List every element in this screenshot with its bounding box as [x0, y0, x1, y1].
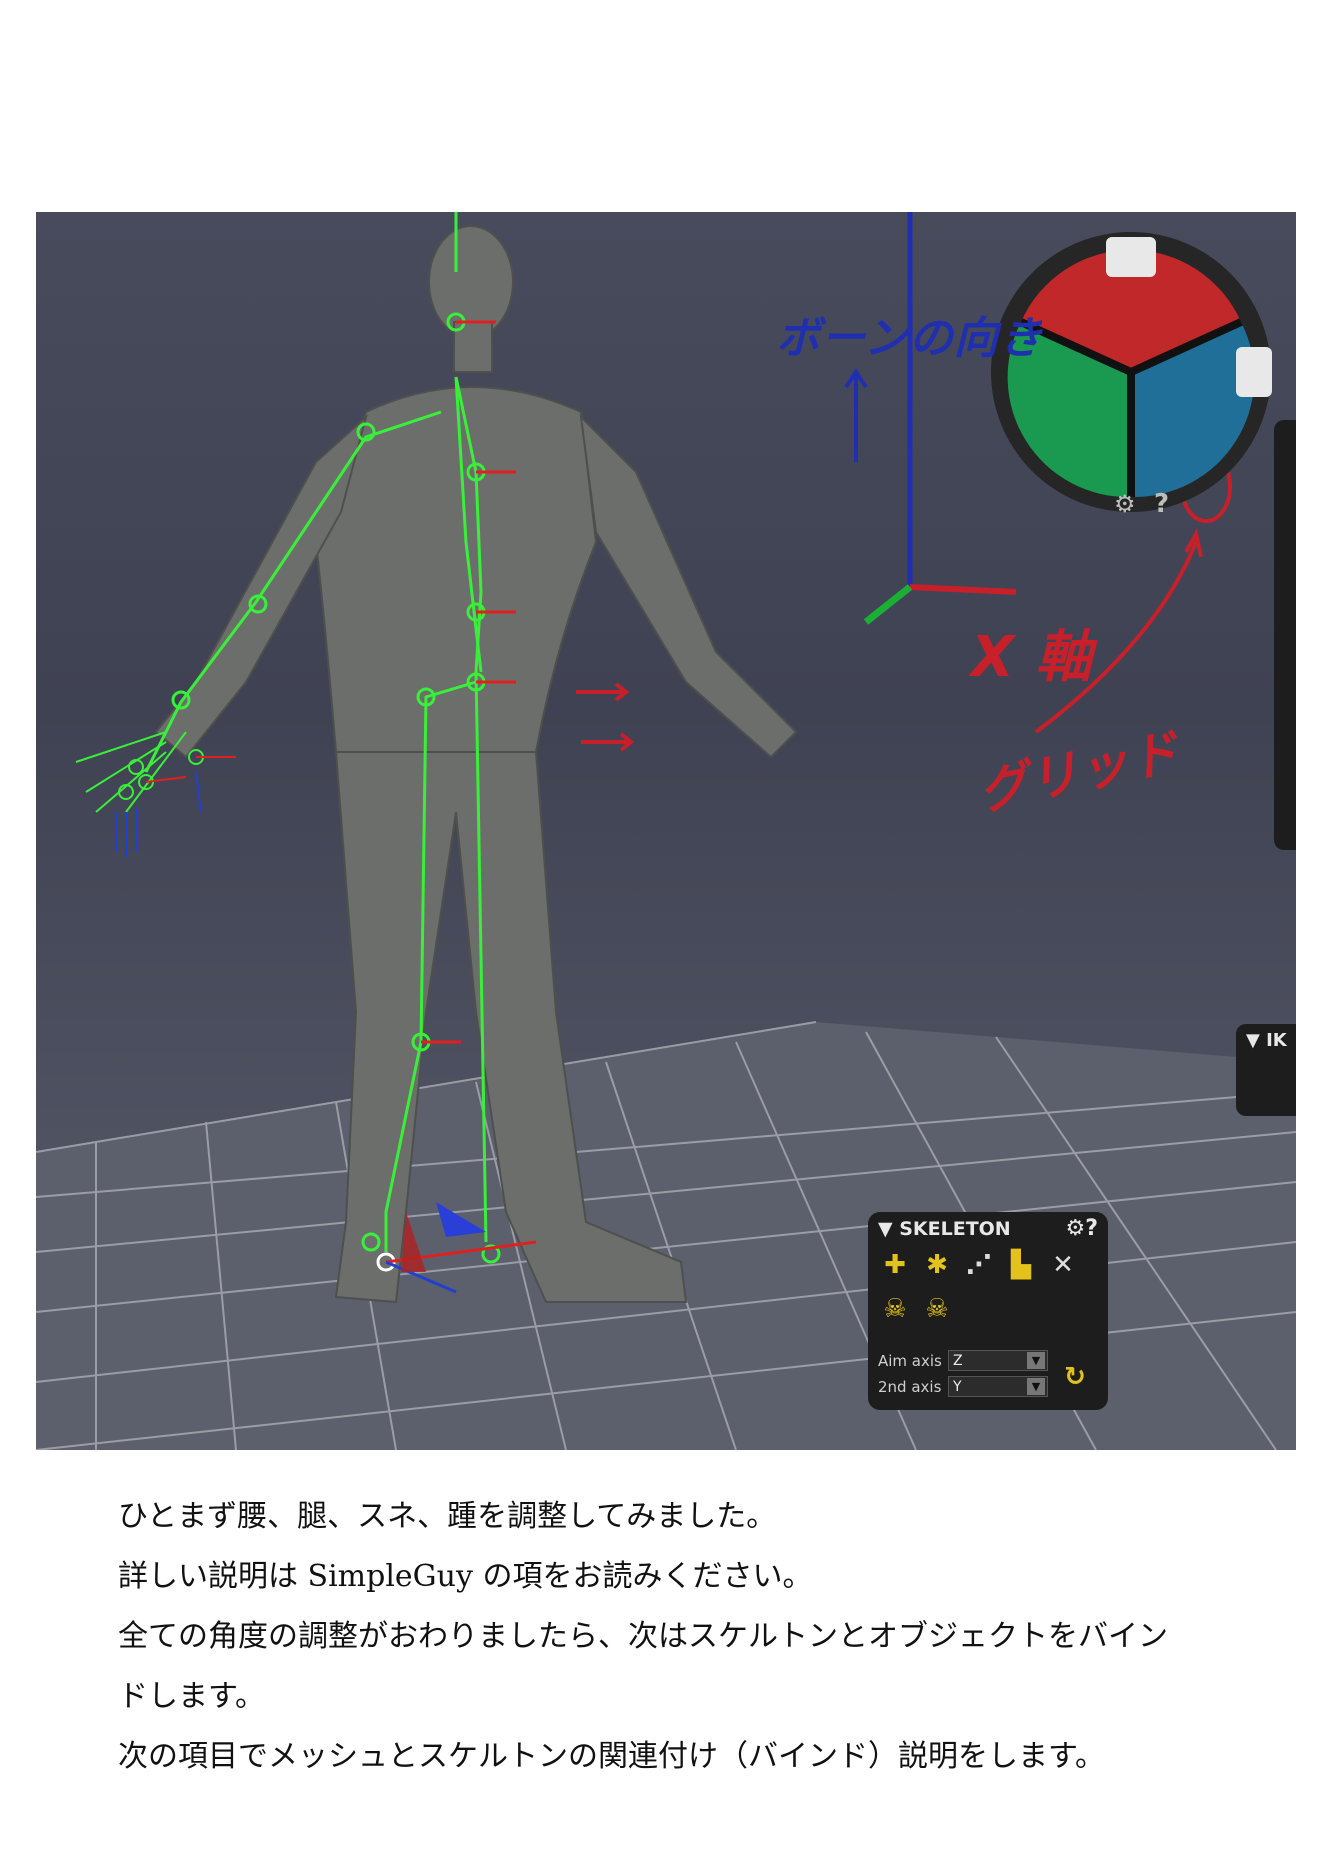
- add-bone-icon[interactable]: ✚: [878, 1248, 912, 1282]
- skeleton-panel-title[interactable]: ▼ SKELETON: [878, 1218, 1011, 1240]
- second-axis-select[interactable]: Y ▼: [948, 1376, 1048, 1397]
- aim-axis-label: Aim axis: [878, 1352, 942, 1370]
- grid-view-icon: [1236, 347, 1272, 397]
- caption-text: ひとまず腰、腿、スネ、踵を調整してみました。 詳しい説明は SimpleGuy …: [118, 1487, 1248, 1787]
- rotate-view-icon: [1106, 237, 1156, 277]
- aim-axis-value: Z: [953, 1353, 963, 1369]
- chevron-down-icon[interactable]: ▼: [1027, 1378, 1045, 1395]
- settings-help-icon[interactable]: ⚙?: [1066, 1216, 1098, 1241]
- caption-line: 全ての角度の調整がおわりましたら、次はスケルトンとオブジェクトをバイン: [118, 1619, 1168, 1654]
- split-bone-icon[interactable]: ✱: [920, 1248, 954, 1282]
- aim-axis-select[interactable]: Z ▼: [948, 1350, 1048, 1371]
- caption-line: 詳しい説明は SimpleGuy の項をお読みください。: [118, 1559, 813, 1594]
- caption-line: ドします。: [118, 1679, 265, 1714]
- settings-icon: ⚙: [1114, 490, 1136, 518]
- second-axis-value: Y: [953, 1379, 962, 1395]
- caption-line: ひとまず腰、腿、スネ、踵を調整してみました。: [118, 1499, 777, 1534]
- chevron-down-icon[interactable]: ▼: [1027, 1352, 1045, 1369]
- detach-icon[interactable]: ✕: [1046, 1248, 1080, 1282]
- ik-panel[interactable]: ▼ IK: [1236, 1024, 1296, 1116]
- 3d-viewport[interactable]: ⚙ ? ボーンの向き X 軸 グリッド ▼ IK ▼ SKELETON ⚙? ✚…: [36, 212, 1296, 1450]
- bone-chain-icon[interactable]: ⋰: [962, 1248, 996, 1282]
- second-axis-label: 2nd axis: [878, 1378, 942, 1396]
- skeleton-panel[interactable]: ▼ SKELETON ⚙? ✚ ✱ ⋰ ▙ ✕ ☠ ☠ Aim axis Z ▼…: [868, 1212, 1108, 1410]
- bind-icon[interactable]: ▙: [1004, 1248, 1038, 1282]
- ik-panel-title[interactable]: ▼ IK: [1246, 1030, 1287, 1051]
- x-axis-annotation: X 軸: [971, 625, 1093, 690]
- unity-skeleton-icon[interactable]: ☠: [878, 1292, 912, 1326]
- side-toolbar[interactable]: [1274, 420, 1296, 850]
- unreal-skeleton-icon[interactable]: ☠: [920, 1292, 954, 1326]
- caption-line: 次の項目でメッシュとスケルトンの関連付け（バインド）説明をします。: [118, 1739, 1105, 1774]
- bone-direction-annotation: ボーンの向き: [776, 313, 1044, 364]
- grid-snap-icon[interactable]: ↻: [1058, 1360, 1092, 1394]
- help-icon: ?: [1154, 489, 1169, 519]
